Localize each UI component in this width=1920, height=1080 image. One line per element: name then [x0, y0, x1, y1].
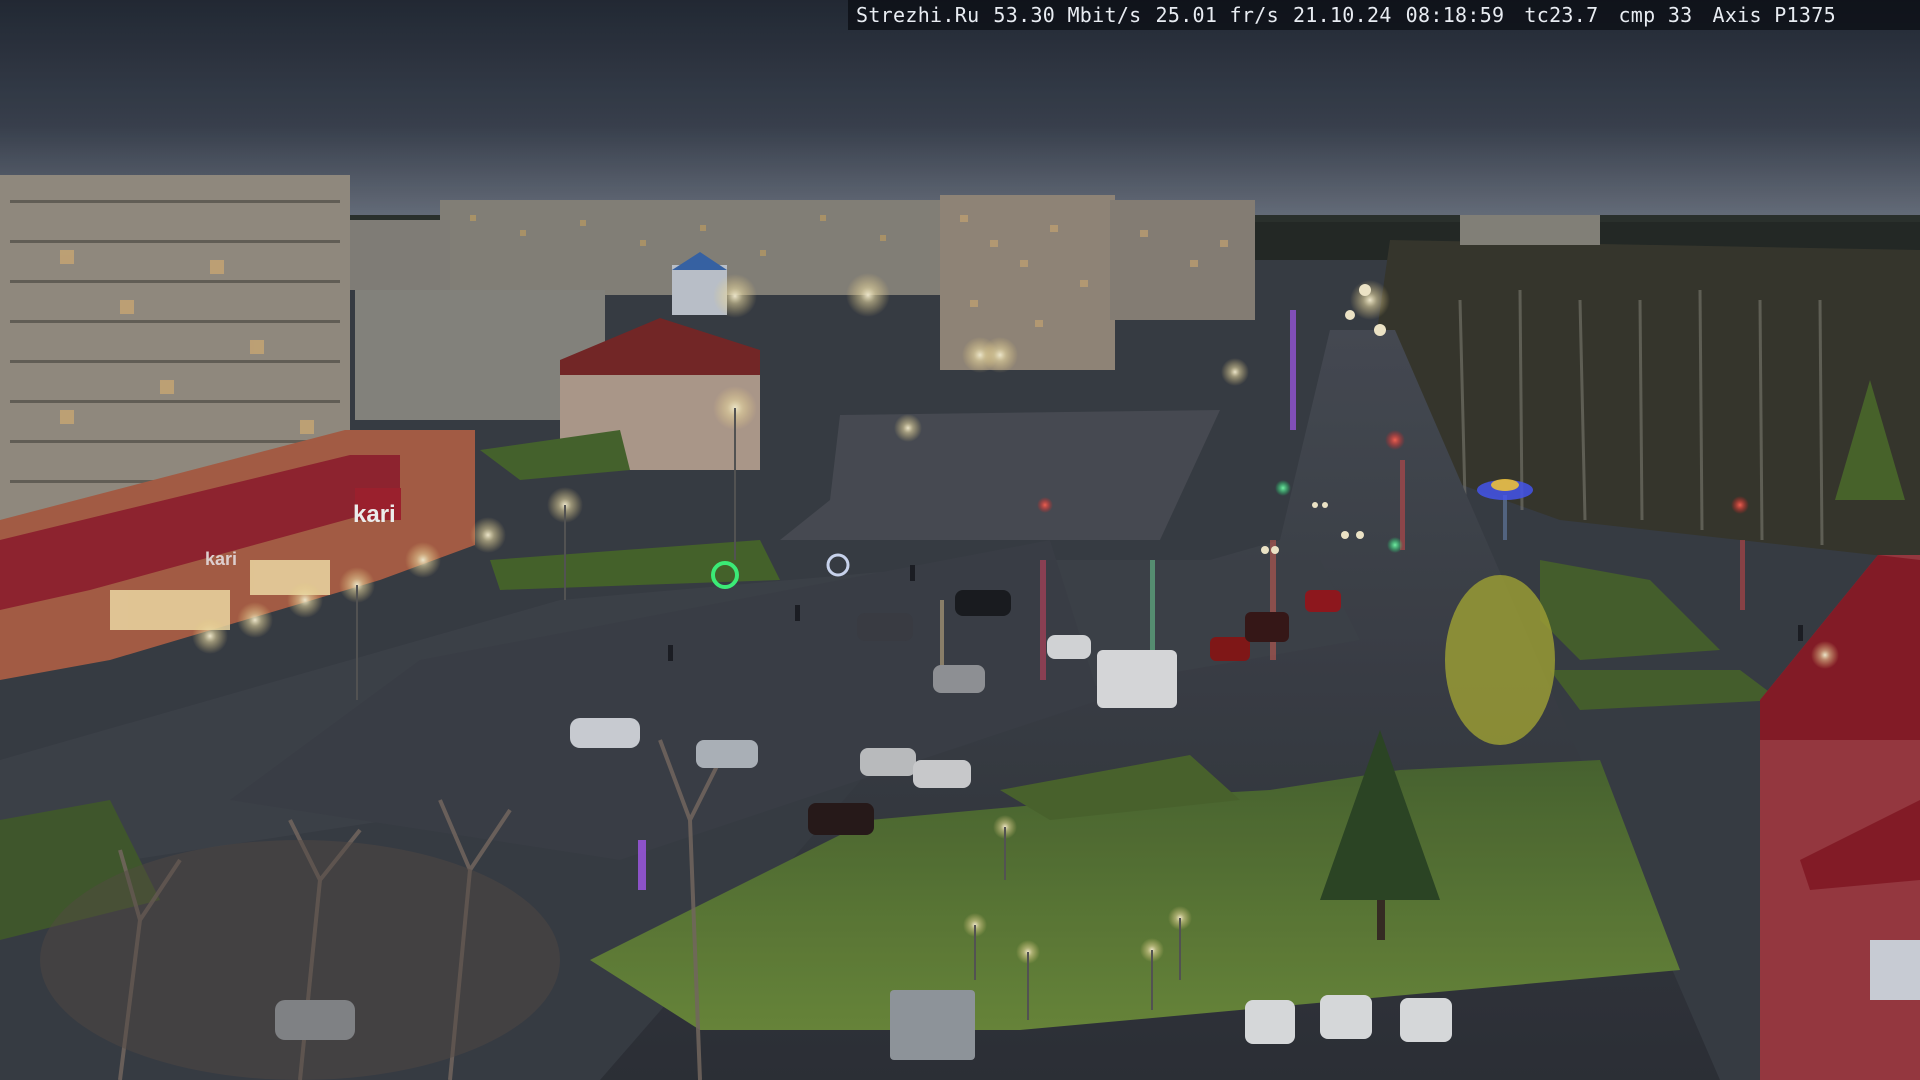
compression: cmp 33 — [1618, 3, 1693, 27]
time: 08:18:59 — [1405, 3, 1505, 27]
date: 21.10.24 — [1292, 3, 1392, 27]
bitrate: 53.30 Mbit/s — [993, 3, 1142, 27]
framerate: 25.01 fr/s — [1155, 3, 1279, 27]
tc-value: tc23.7 — [1524, 3, 1599, 27]
site-name: Strezhi.Ru — [856, 3, 980, 27]
camera-scene: kari kari Strezhi.Ru 53.30 Mbit/s 25.01 … — [0, 0, 1920, 1080]
camera-overlay-bar: Strezhi.Ru 53.30 Mbit/s 25.01 fr/s 21.10… — [848, 0, 1920, 30]
camera-model: Axis P1375 — [1712, 3, 1836, 27]
